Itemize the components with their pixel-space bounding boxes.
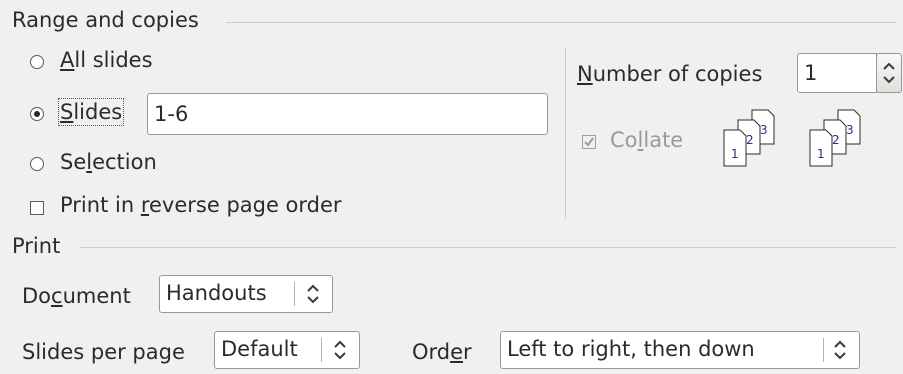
range-title-divider [226,22,896,23]
number-of-copies-label: Number of copies [577,62,763,86]
select-separator [823,338,824,362]
document-label: Document [22,284,131,308]
page-number-1: 1 [817,147,825,161]
document-select[interactable]: Handouts [159,275,333,313]
print-section-title: Print [12,234,61,258]
select-separator [294,282,295,306]
slides-radio[interactable] [30,107,44,121]
page-number-3: 3 [846,123,854,137]
select-separator [321,338,322,362]
collate-pages-icon: 3 2 1 [723,109,775,167]
spin-arrows-icon [883,62,895,84]
all-slides-radio[interactable] [30,55,44,69]
order-select-value: Left to right, then down [507,337,755,361]
slides-per-page-select[interactable]: Default [214,331,360,369]
order-label: Order [412,340,472,364]
all-slides-label[interactable]: All slides [60,48,153,72]
order-select[interactable]: Left to right, then down [500,331,860,369]
collate-checkbox[interactable] [582,135,596,149]
up-down-chevrons-icon [833,338,847,360]
copies-divider [565,47,566,219]
page-number-2: 2 [832,133,840,147]
document-select-value: Handouts [166,281,267,305]
page-number-2: 2 [746,133,754,147]
collate-pages-icon: 3 2 1 [809,109,861,167]
slides-per-page-label: Slides per page [22,340,185,364]
slides-per-page-value: Default [221,337,298,361]
slides-range-input[interactable]: 1-6 [147,93,548,135]
radio-selected-dot [34,111,40,117]
page-number-3: 3 [760,123,768,137]
slides-label[interactable]: Slides [57,98,125,126]
selection-radio[interactable] [30,157,44,171]
print-title-divider [80,247,896,248]
range-and-copies-title: Range and copies [12,8,199,32]
copies-spin-button[interactable] [876,53,902,93]
page-number-1: 1 [731,147,739,161]
selection-label[interactable]: Selection [60,150,157,174]
number-of-copies-input[interactable]: 1 [797,53,877,93]
reverse-order-checkbox[interactable] [30,201,44,215]
collate-label[interactable]: Collate [610,128,683,152]
up-down-chevrons-icon [306,282,320,304]
checkmark-icon [584,137,594,147]
up-down-chevrons-icon [333,338,347,360]
reverse-order-label[interactable]: Print in reverse page order [60,193,342,217]
